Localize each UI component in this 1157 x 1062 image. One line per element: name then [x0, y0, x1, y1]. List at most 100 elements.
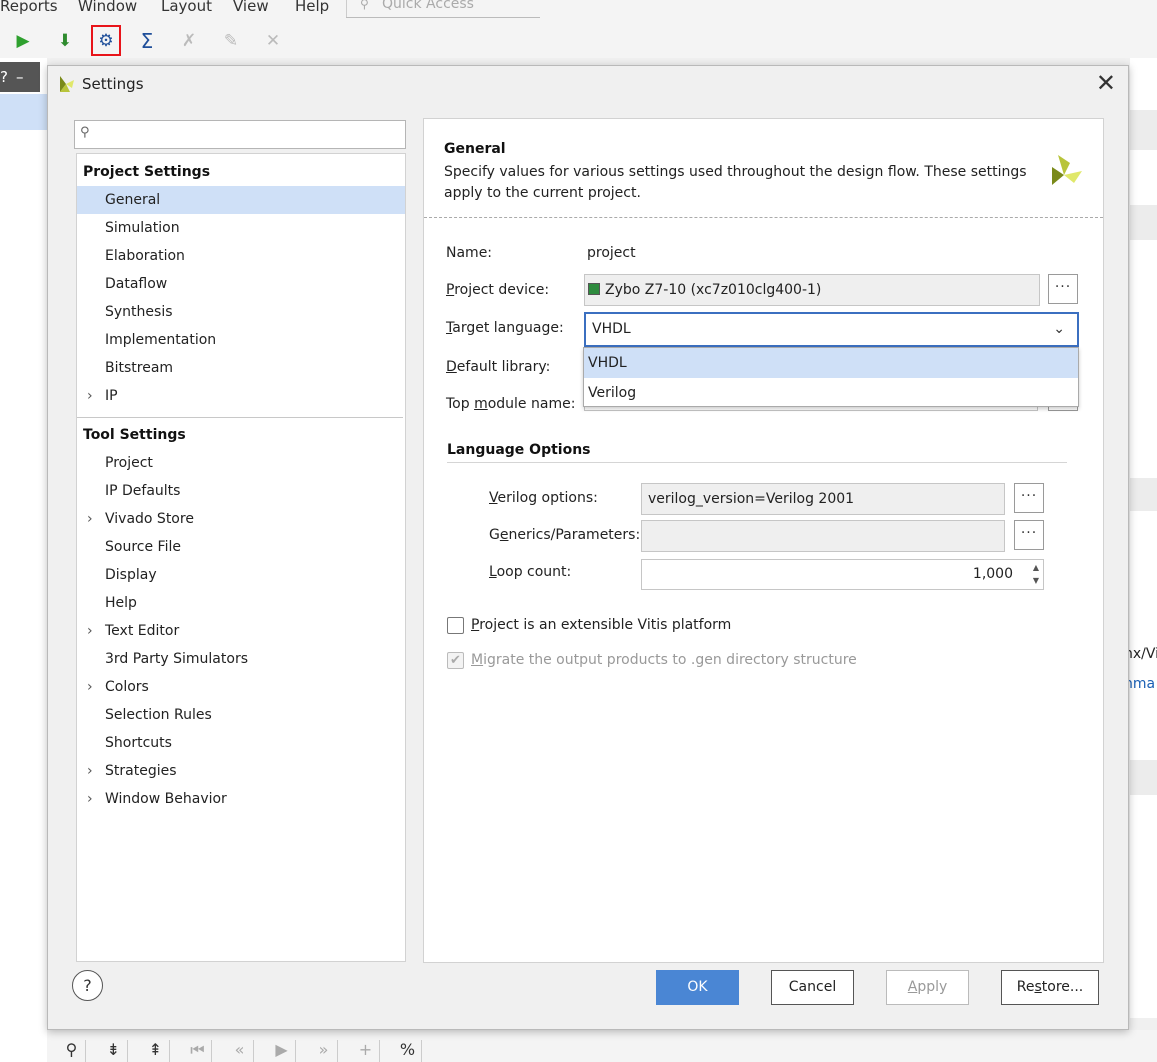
- tree-item-synthesis[interactable]: Synthesis: [77, 298, 405, 326]
- language-options-title: Language Options: [447, 442, 591, 458]
- collapse-all-icon[interactable]: ⇟: [100, 1040, 128, 1062]
- tree-item-simulation[interactable]: Simulation: [77, 214, 405, 242]
- sigma-icon[interactable]: Σ: [134, 28, 160, 54]
- tree-item-bitstream[interactable]: Bitstream: [77, 354, 405, 382]
- next-icon[interactable]: ▶: [268, 1040, 296, 1062]
- default-library-label: Default library:: [446, 359, 551, 375]
- tree-item-dataflow[interactable]: Dataflow: [77, 270, 405, 298]
- restore-button[interactable]: Restore...: [1001, 970, 1099, 1005]
- quick-access-search[interactable]: ⚲ Quick Access: [346, 0, 540, 18]
- tree-item-display[interactable]: Display: [77, 561, 405, 589]
- tree-item-label: IP: [105, 388, 118, 404]
- settings-dialog: Settings ✕ ⚲ Project Settings General Si…: [47, 65, 1129, 1030]
- tree-item-shortcuts[interactable]: Shortcuts: [77, 729, 405, 757]
- extensible-platform-checkbox[interactable]: [447, 617, 464, 634]
- verilog-options-field: verilog_version=Verilog 2001: [641, 483, 1005, 515]
- menu-view[interactable]: View: [233, 0, 269, 15]
- add-icon[interactable]: +: [352, 1040, 380, 1062]
- target-language-dropdown: VHDL Verilog: [583, 347, 1079, 407]
- panel-description: Specify values for various settings used…: [444, 164, 1027, 201]
- chevron-right-icon[interactable]: ›: [87, 757, 93, 785]
- tree-item-vivado-store[interactable]: › Vivado Store: [77, 505, 405, 533]
- verilog-options-value: verilog_version=Verilog 2001: [648, 491, 855, 507]
- menu-window[interactable]: Window: [78, 0, 137, 15]
- menu-help[interactable]: Help: [295, 0, 329, 15]
- previous-icon[interactable]: «: [226, 1040, 254, 1062]
- tree-item-implementation[interactable]: Implementation: [77, 326, 405, 354]
- tree-item-strategies[interactable]: › Strategies: [77, 757, 405, 785]
- chevron-down-icon[interactable]: ⌄: [1053, 314, 1065, 345]
- menu-reports[interactable]: Reports: [0, 0, 58, 15]
- spinner-arrows-icon[interactable]: ▲ ▼: [1033, 561, 1039, 587]
- tree-item-text-editor[interactable]: › Text Editor: [77, 617, 405, 645]
- tree-item-ip-defaults[interactable]: IP Defaults: [77, 477, 405, 505]
- tree-item-label: Vivado Store: [105, 511, 194, 527]
- cancel-button[interactable]: Cancel: [771, 970, 854, 1005]
- expand-all-icon[interactable]: ⇞: [142, 1040, 170, 1062]
- tree-item-project[interactable]: Project: [77, 449, 405, 477]
- chevron-right-icon[interactable]: ›: [87, 617, 93, 645]
- vivado-logo-icon: [1052, 155, 1082, 185]
- tree-item-help[interactable]: Help: [77, 589, 405, 617]
- target-language-select[interactable]: VHDL ⌄: [584, 312, 1079, 347]
- tree-item-selection-rules[interactable]: Selection Rules: [77, 701, 405, 729]
- generics-browse-button[interactable]: ···: [1014, 520, 1044, 550]
- loop-count-spinner[interactable]: 1,000 ▲ ▼: [641, 559, 1044, 590]
- background-band: [1130, 760, 1157, 795]
- tree-item-label: Selection Rules: [105, 707, 212, 723]
- option-verilog[interactable]: Verilog: [584, 378, 1078, 408]
- help-icon[interactable]: ?: [0, 68, 8, 86]
- section-divider: [447, 462, 1067, 463]
- header-divider: [424, 217, 1103, 218]
- apply-button: Apply: [886, 970, 969, 1005]
- run-icon[interactable]: ▶: [10, 28, 36, 54]
- dialog-title: Settings: [82, 75, 144, 93]
- settings-gear-icon[interactable]: ⚙: [91, 25, 121, 56]
- tree-item-colors[interactable]: › Colors: [77, 673, 405, 701]
- background-bottom-toolbar: [47, 1030, 1157, 1062]
- tree-item-label: Shortcuts: [105, 735, 172, 751]
- migrate-output-label: Migrate the output products to .gen dire…: [471, 652, 857, 668]
- settings-search-input[interactable]: ⚲: [74, 120, 406, 149]
- option-vhdl[interactable]: VHDL: [584, 348, 1078, 378]
- ok-button[interactable]: OK: [656, 970, 739, 1005]
- tree-header-project-settings: Project Settings: [83, 164, 211, 180]
- tree-item-label: Text Editor: [105, 623, 180, 639]
- tree-item-label: Colors: [105, 679, 149, 695]
- background-right-panel: [1130, 58, 1157, 1018]
- tool-disabled-1-icon: ✗: [181, 31, 197, 51]
- tree-item-label: Strategies: [105, 763, 177, 779]
- tree-item-label: IP Defaults: [105, 483, 181, 499]
- quick-access-placeholder: Quick Access: [382, 0, 474, 12]
- chevron-right-icon[interactable]: ›: [87, 505, 93, 533]
- migrate-output-checkbox: ✔: [447, 652, 464, 669]
- chevron-right-icon[interactable]: ›: [87, 673, 93, 701]
- chevron-right-icon[interactable]: ›: [87, 785, 93, 813]
- settings-tree: Project Settings General Simulation Elab…: [76, 153, 406, 962]
- tree-item-3rd-party-simulators[interactable]: 3rd Party Simulators: [77, 645, 405, 673]
- tree-item-ip[interactable]: › IP: [77, 382, 405, 410]
- first-icon[interactable]: ⏮: [184, 1040, 212, 1062]
- chevron-right-icon[interactable]: ›: [87, 382, 93, 410]
- main-toolbar: ▶ ⬇ ⚙ Σ ✗ ✎ ✕: [0, 22, 1157, 58]
- percent-icon[interactable]: %: [394, 1040, 422, 1062]
- tree-item-elaboration[interactable]: Elaboration: [77, 242, 405, 270]
- tree-item-source-file[interactable]: Source File: [77, 533, 405, 561]
- menu-layout[interactable]: Layout: [161, 0, 212, 15]
- project-device-browse-button[interactable]: ···: [1048, 274, 1078, 304]
- search-icon[interactable]: ⚲: [58, 1040, 86, 1062]
- minimize-icon[interactable]: –: [16, 68, 24, 86]
- tree-item-general[interactable]: General: [77, 186, 405, 214]
- tree-item-label: General: [105, 192, 161, 208]
- dialog-titlebar: Settings ✕: [48, 66, 1128, 104]
- project-device-label: Project device:: [446, 282, 550, 298]
- last-icon[interactable]: »: [310, 1040, 338, 1062]
- download-icon[interactable]: ⬇: [52, 28, 78, 54]
- verilog-options-browse-button[interactable]: ···: [1014, 483, 1044, 513]
- loop-count-label: Loop count:: [489, 564, 572, 580]
- close-icon[interactable]: ✕: [1096, 71, 1116, 95]
- help-button[interactable]: ?: [72, 970, 103, 1001]
- board-icon: [588, 283, 600, 295]
- tree-item-label: 3rd Party Simulators: [105, 651, 248, 667]
- tree-item-window-behavior[interactable]: › Window Behavior: [77, 785, 405, 813]
